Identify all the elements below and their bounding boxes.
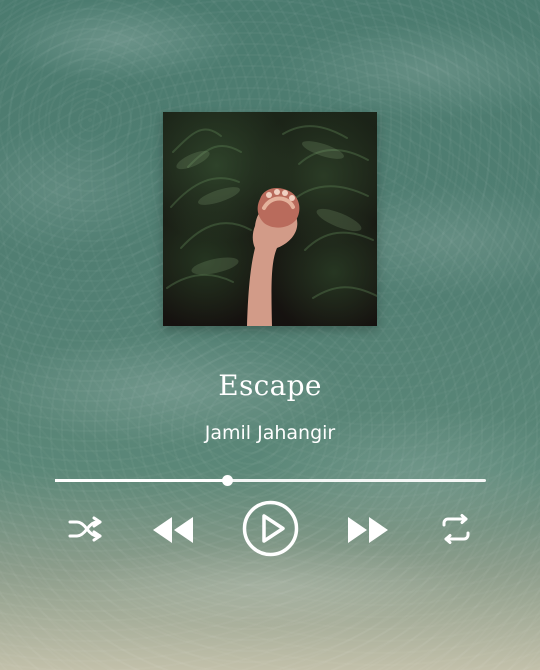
track-title: Escape: [218, 369, 322, 402]
play-icon: [242, 500, 299, 557]
repeat-button[interactable]: [438, 514, 474, 544]
previous-button[interactable]: [150, 515, 195, 545]
fast-forward-icon: [346, 515, 391, 545]
progress-fill: [55, 479, 228, 482]
rewind-icon: [150, 515, 195, 545]
ocean-background: [0, 0, 540, 670]
shuffle-icon: [67, 515, 103, 543]
album-cover: [163, 112, 377, 326]
repeat-icon: [438, 514, 474, 544]
next-button[interactable]: [346, 515, 391, 545]
play-button[interactable]: [242, 500, 299, 557]
progress-slider[interactable]: [55, 475, 486, 486]
shuffle-button[interactable]: [67, 515, 103, 543]
artist-name: Jamil Jahangir: [204, 422, 336, 444]
